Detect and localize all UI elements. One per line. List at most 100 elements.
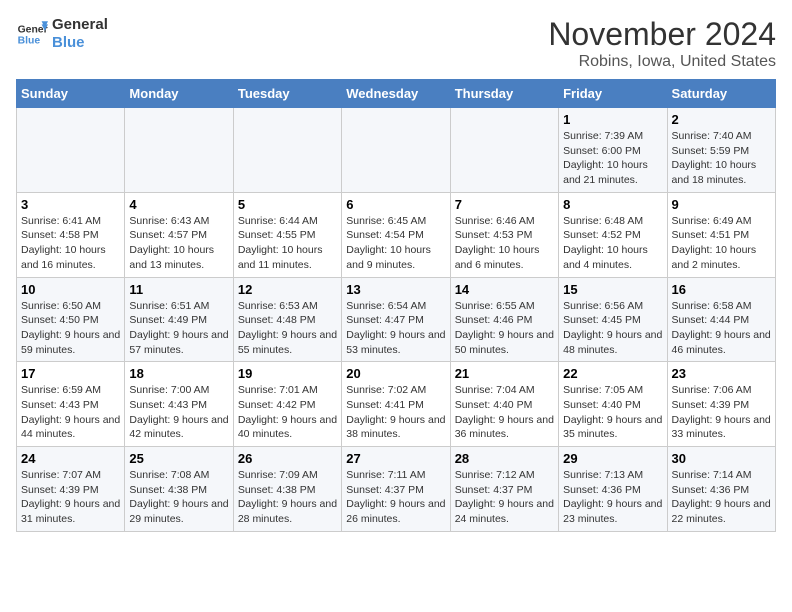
calendar-cell-week1-day3: 6 Sunrise: 6:45 AM Sunset: 4:54 PM Daylig…: [342, 192, 450, 277]
day-info: Sunrise: 7:01 AM Sunset: 4:42 PM Dayligh…: [238, 383, 337, 442]
day-info: Sunrise: 7:09 AM Sunset: 4:38 PM Dayligh…: [238, 468, 337, 527]
day-info: Sunrise: 6:48 AM Sunset: 4:52 PM Dayligh…: [563, 214, 662, 273]
calendar-cell-week1-day4: 7 Sunrise: 6:46 AM Sunset: 4:53 PM Daylig…: [450, 192, 558, 277]
calendar-cell-week2-day5: 15Sunrise: 6:56 AM Sunset: 4:45 PM Dayli…: [559, 277, 667, 362]
day-number: 28: [455, 451, 554, 466]
weekday-header-sunday: Sunday: [17, 80, 125, 108]
day-info: Sunrise: 7:07 AM Sunset: 4:39 PM Dayligh…: [21, 468, 120, 527]
day-number: 8: [563, 197, 662, 212]
calendar-cell-week1-day5: 8 Sunrise: 6:48 AM Sunset: 4:52 PM Daylig…: [559, 192, 667, 277]
day-number: 27: [346, 451, 445, 466]
day-number: 6: [346, 197, 445, 212]
day-number: 24: [21, 451, 120, 466]
day-number: 7: [455, 197, 554, 212]
day-number: 4: [129, 197, 228, 212]
day-info: Sunrise: 7:08 AM Sunset: 4:38 PM Dayligh…: [129, 468, 228, 527]
calendar-table: SundayMondayTuesdayWednesdayThursdayFrid…: [16, 79, 776, 532]
calendar-cell-week1-day2: 5 Sunrise: 6:44 AM Sunset: 4:55 PM Daylig…: [233, 192, 341, 277]
calendar-cell-week1-day1: 4 Sunrise: 6:43 AM Sunset: 4:57 PM Daylig…: [125, 192, 233, 277]
day-number: 12: [238, 282, 337, 297]
day-info: Sunrise: 7:14 AM Sunset: 4:36 PM Dayligh…: [672, 468, 771, 527]
day-info: Sunrise: 6:44 AM Sunset: 4:55 PM Dayligh…: [238, 214, 337, 273]
day-info: Sunrise: 6:46 AM Sunset: 4:53 PM Dayligh…: [455, 214, 554, 273]
logo-text-line2: Blue: [52, 34, 108, 52]
day-number: 9: [672, 197, 771, 212]
calendar-cell-week3-day3: 20 Sunrise: 7:02 AM Sunset: 4:41 PM Dayli…: [342, 362, 450, 447]
day-info: Sunrise: 7:04 AM Sunset: 4:40 PM Dayligh…: [455, 383, 554, 442]
calendar-cell-week4-day3: 27Sunrise: 7:11 AM Sunset: 4:37 PM Dayli…: [342, 447, 450, 532]
calendar-cell-week4-day2: 26 Sunrise: 7:09 AM Sunset: 4:38 PM Dayli…: [233, 447, 341, 532]
day-number: 11: [129, 282, 228, 297]
logo-text-line1: General: [52, 16, 108, 34]
day-info: Sunrise: 6:55 AM Sunset: 4:46 PM Dayligh…: [455, 299, 554, 358]
logo: General Blue General Blue: [16, 16, 108, 52]
calendar-cell-week4-day4: 28 Sunrise: 7:12 AM Sunset: 4:37 PM Dayli…: [450, 447, 558, 532]
day-info: Sunrise: 6:56 AM Sunset: 4:45 PM Dayligh…: [563, 299, 662, 358]
calendar-cell-week4-day6: 30 Sunrise: 7:14 AM Sunset: 4:36 PM Dayli…: [667, 447, 775, 532]
day-info: Sunrise: 6:51 AM Sunset: 4:49 PM Dayligh…: [129, 299, 228, 358]
calendar-cell-week3-day6: 23 Sunrise: 7:06 AM Sunset: 4:39 PM Dayli…: [667, 362, 775, 447]
day-info: Sunrise: 7:02 AM Sunset: 4:41 PM Dayligh…: [346, 383, 445, 442]
day-number: 22: [563, 366, 662, 381]
svg-text:Blue: Blue: [18, 36, 41, 47]
day-info: Sunrise: 7:13 AM Sunset: 4:36 PM Dayligh…: [563, 468, 662, 527]
day-number: 16: [672, 282, 771, 297]
calendar-cell-week3-day0: 17 Sunrise: 6:59 AM Sunset: 4:43 PM Dayli…: [17, 362, 125, 447]
calendar-cell-week2-day3: 13Sunrise: 6:54 AM Sunset: 4:47 PM Dayli…: [342, 277, 450, 362]
calendar-cell-week0-day0: [17, 108, 125, 193]
day-info: Sunrise: 7:12 AM Sunset: 4:37 PM Dayligh…: [455, 468, 554, 527]
calendar-cell-week4-day5: 29 Sunrise: 7:13 AM Sunset: 4:36 PM Dayli…: [559, 447, 667, 532]
calendar-cell-week1-day0: 3Sunrise: 6:41 AM Sunset: 4:58 PM Daylig…: [17, 192, 125, 277]
day-info: Sunrise: 7:40 AM Sunset: 5:59 PM Dayligh…: [672, 129, 771, 188]
day-number: 20: [346, 366, 445, 381]
weekday-header-friday: Friday: [559, 80, 667, 108]
calendar-cell-week4-day1: 25 Sunrise: 7:08 AM Sunset: 4:38 PM Dayli…: [125, 447, 233, 532]
day-number: 2: [672, 112, 771, 127]
location-title: Robins, Iowa, United States: [548, 53, 776, 71]
calendar-cell-week3-day2: 19 Sunrise: 7:01 AM Sunset: 4:42 PM Dayli…: [233, 362, 341, 447]
calendar-cell-week2-day1: 11 Sunrise: 6:51 AM Sunset: 4:49 PM Dayli…: [125, 277, 233, 362]
weekday-header-thursday: Thursday: [450, 80, 558, 108]
day-number: 14: [455, 282, 554, 297]
month-title: November 2024: [548, 16, 776, 53]
day-number: 18: [129, 366, 228, 381]
day-info: Sunrise: 6:49 AM Sunset: 4:51 PM Dayligh…: [672, 214, 771, 273]
calendar-cell-week2-day4: 14 Sunrise: 6:55 AM Sunset: 4:46 PM Dayli…: [450, 277, 558, 362]
day-number: 17: [21, 366, 120, 381]
weekday-header-tuesday: Tuesday: [233, 80, 341, 108]
day-info: Sunrise: 7:39 AM Sunset: 6:00 PM Dayligh…: [563, 129, 662, 188]
day-info: Sunrise: 6:59 AM Sunset: 4:43 PM Dayligh…: [21, 383, 120, 442]
day-number: 23: [672, 366, 771, 381]
calendar-cell-week1-day6: 9 Sunrise: 6:49 AM Sunset: 4:51 PM Daylig…: [667, 192, 775, 277]
day-info: Sunrise: 7:05 AM Sunset: 4:40 PM Dayligh…: [563, 383, 662, 442]
day-number: 30: [672, 451, 771, 466]
weekday-header-monday: Monday: [125, 80, 233, 108]
day-info: Sunrise: 6:43 AM Sunset: 4:57 PM Dayligh…: [129, 214, 228, 273]
calendar-cell-week3-day4: 21 Sunrise: 7:04 AM Sunset: 4:40 PM Dayli…: [450, 362, 558, 447]
calendar-cell-week2-day6: 16 Sunrise: 6:58 AM Sunset: 4:44 PM Dayli…: [667, 277, 775, 362]
weekday-header-wednesday: Wednesday: [342, 80, 450, 108]
day-info: Sunrise: 6:58 AM Sunset: 4:44 PM Dayligh…: [672, 299, 771, 358]
title-area: November 2024 Robins, Iowa, United State…: [548, 16, 776, 71]
logo-icon: General Blue: [16, 18, 48, 50]
calendar-cell-week3-day1: 18 Sunrise: 7:00 AM Sunset: 4:43 PM Dayli…: [125, 362, 233, 447]
day-number: 19: [238, 366, 337, 381]
calendar-cell-week0-day3: [342, 108, 450, 193]
day-info: Sunrise: 7:06 AM Sunset: 4:39 PM Dayligh…: [672, 383, 771, 442]
calendar-cell-week4-day0: 24 Sunrise: 7:07 AM Sunset: 4:39 PM Dayli…: [17, 447, 125, 532]
calendar-cell-week2-day2: 12Sunrise: 6:53 AM Sunset: 4:48 PM Dayli…: [233, 277, 341, 362]
day-number: 25: [129, 451, 228, 466]
calendar-cell-week0-day1: [125, 108, 233, 193]
day-number: 29: [563, 451, 662, 466]
day-number: 5: [238, 197, 337, 212]
day-number: 26: [238, 451, 337, 466]
day-info: Sunrise: 6:50 AM Sunset: 4:50 PM Dayligh…: [21, 299, 120, 358]
calendar-cell-week0-day4: [450, 108, 558, 193]
calendar-cell-week0-day6: 2 Sunrise: 7:40 AM Sunset: 5:59 PM Daylig…: [667, 108, 775, 193]
day-info: Sunrise: 7:00 AM Sunset: 4:43 PM Dayligh…: [129, 383, 228, 442]
calendar-cell-week2-day0: 10 Sunrise: 6:50 AM Sunset: 4:50 PM Dayli…: [17, 277, 125, 362]
day-number: 21: [455, 366, 554, 381]
calendar-cell-week0-day5: 1Sunrise: 7:39 AM Sunset: 6:00 PM Daylig…: [559, 108, 667, 193]
day-info: Sunrise: 6:45 AM Sunset: 4:54 PM Dayligh…: [346, 214, 445, 273]
day-number: 10: [21, 282, 120, 297]
